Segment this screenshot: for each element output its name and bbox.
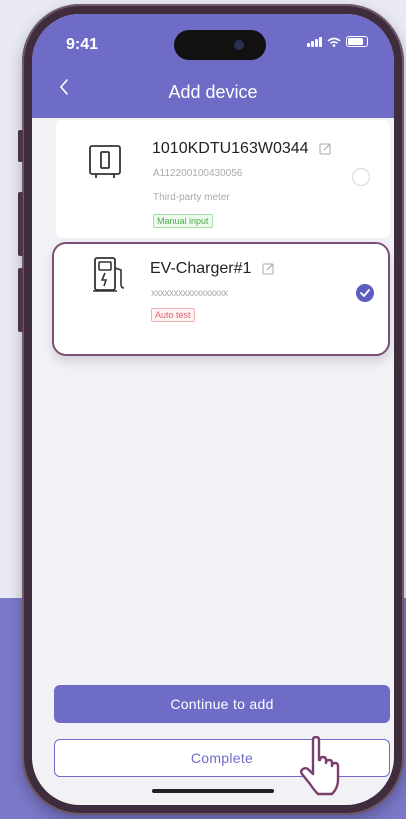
signal-icon <box>307 36 322 47</box>
phone-side-button <box>18 268 23 332</box>
device-card-meter[interactable]: 1010KDTU163W0344 A112200100430056 Third-… <box>56 120 390 238</box>
check-icon <box>360 289 370 297</box>
header-bar: 9:41 Add device <box>32 14 394 118</box>
device-card-ev-charger[interactable]: EV-Charger#1 xxxxxxxxxxxxxxxxx Auto test <box>52 242 390 356</box>
meter-icon <box>89 145 121 178</box>
edit-icon[interactable] <box>319 142 332 155</box>
hand-pointer-icon <box>300 736 340 796</box>
select-radio[interactable] <box>352 168 370 186</box>
status-time: 9:41 <box>66 36 99 53</box>
home-indicator <box>152 789 274 793</box>
status-badge-manual: Manual input <box>153 214 213 228</box>
battery-icon <box>346 36 368 47</box>
status-icons <box>307 36 368 47</box>
phone-side-button <box>18 130 23 162</box>
phone-side-button <box>18 192 23 256</box>
edit-icon[interactable] <box>262 262 275 275</box>
device-type: Third-party meter <box>153 192 230 203</box>
device-serial: xxxxxxxxxxxxxxxxx <box>151 288 228 299</box>
wifi-icon <box>327 37 341 47</box>
continue-to-add-button[interactable]: Continue to add <box>54 685 390 723</box>
dynamic-island <box>174 30 266 60</box>
ev-charger-icon <box>93 257 125 292</box>
page-title: Add device <box>168 82 258 102</box>
device-name-text: 1010KDTU163W0344 <box>152 140 309 157</box>
status-badge-auto: Auto test <box>151 308 195 322</box>
app-screen: 9:41 Add device 1010KDTU163W0344 A112200… <box>32 14 394 805</box>
select-radio-checked[interactable] <box>356 284 374 302</box>
device-name: EV-Charger#1 <box>150 260 275 278</box>
camera-icon <box>234 40 244 50</box>
device-serial: A112200100430056 <box>153 168 243 179</box>
device-name-text: EV-Charger#1 <box>150 260 252 277</box>
device-name: 1010KDTU163W0344 <box>152 140 332 158</box>
